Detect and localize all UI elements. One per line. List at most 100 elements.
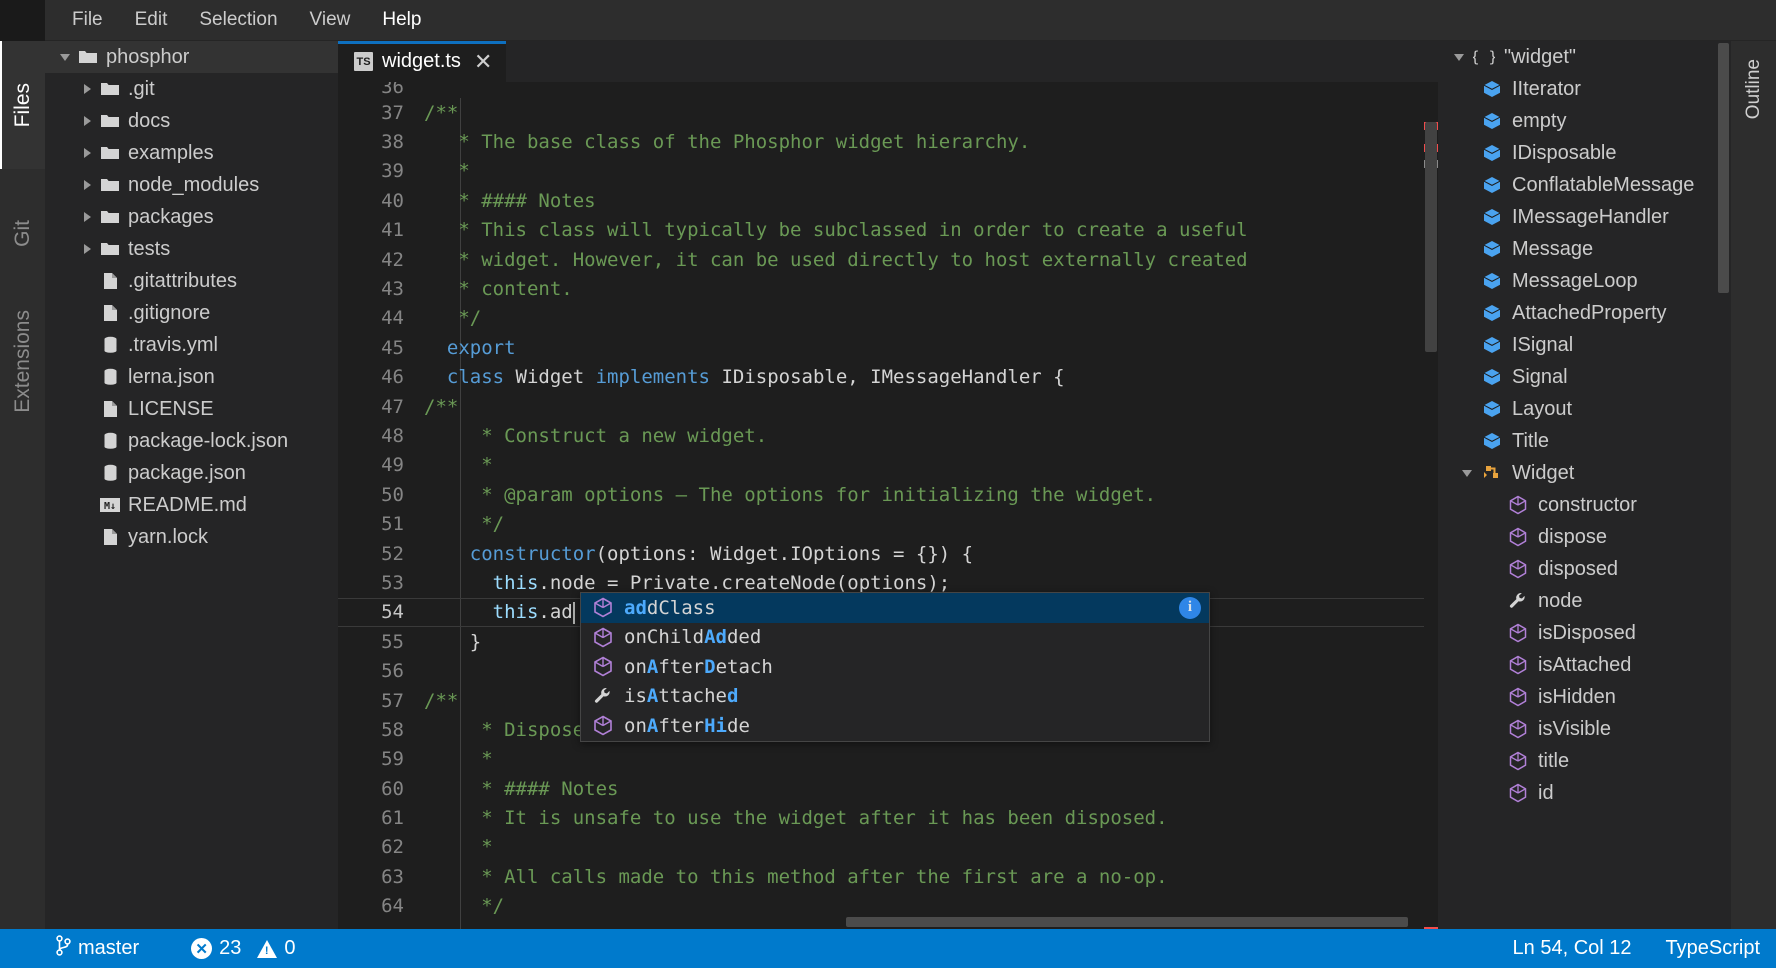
outline-vertical-scrollbar[interactable]: [1718, 43, 1729, 293]
explorer-item-label: node_modules: [128, 174, 259, 197]
chevron-right-icon[interactable]: [77, 180, 97, 190]
chevron-right-icon[interactable]: [77, 84, 97, 94]
suggest-item-match2: d: [727, 685, 738, 707]
menu-item-help[interactable]: Help: [368, 5, 435, 35]
explorer-item-node-modules[interactable]: node_modules: [45, 169, 338, 201]
outline-item-empty[interactable]: empty: [1438, 105, 1731, 137]
chevron-right-icon[interactable]: [77, 148, 97, 158]
folder-icon: [97, 241, 123, 257]
chevron-right-icon[interactable]: [77, 244, 97, 254]
code-line-37: 37 /**: [338, 98, 1438, 127]
outline-item-ishidden[interactable]: isHidden: [1438, 681, 1731, 713]
suggest-item-isattached[interactable]: isAttached: [581, 682, 1209, 712]
explorer-sidebar[interactable]: phosphor .git docs examples node: [45, 41, 338, 929]
outline-item-widget[interactable]: Widget: [1438, 457, 1731, 489]
status-right-group: Ln 54, Col 12 TypeScript: [1479, 937, 1760, 960]
outline-item-isattached[interactable]: isAttached: [1438, 649, 1731, 681]
method-cube-icon: [1504, 687, 1532, 707]
outline-item-layout[interactable]: Layout: [1438, 393, 1731, 425]
suggest-item-onchildadded[interactable]: onChildAdded: [581, 623, 1209, 653]
outline-item-title-method[interactable]: title: [1438, 745, 1731, 777]
outline-item-isvisible[interactable]: isVisible: [1438, 713, 1731, 745]
menu-item-selection[interactable]: Selection: [185, 5, 291, 35]
editor-overview-ruler[interactable]: [1424, 82, 1438, 929]
outline-item-title[interactable]: Title: [1438, 425, 1731, 457]
code-text: * #### Notes: [424, 778, 618, 800]
explorer-root-row[interactable]: phosphor: [45, 41, 338, 73]
chevron-right-icon[interactable]: [77, 212, 97, 222]
outline-item-imessagehandler[interactable]: IMessageHandler: [1438, 201, 1731, 233]
editor-vertical-scrollbar[interactable]: [1425, 122, 1437, 352]
suggest-widget[interactable]: addClass i onChildAdded onAfterDetach: [580, 592, 1210, 742]
explorer-item-examples[interactable]: examples: [45, 137, 338, 169]
outline-item-dispose[interactable]: dispose: [1438, 521, 1731, 553]
outline-item-label: isAttached: [1538, 654, 1631, 677]
activity-item-git[interactable]: Git: [0, 169, 45, 297]
outline-strip[interactable]: Outline: [1731, 41, 1776, 929]
outline-item-iiterator[interactable]: IIterator: [1438, 73, 1731, 105]
outline-item-id[interactable]: id: [1438, 777, 1731, 809]
code-text: *: [424, 748, 493, 770]
outline-item-label: isHidden: [1538, 686, 1616, 709]
outline-item-message[interactable]: Message: [1438, 233, 1731, 265]
explorer-item-package-json[interactable]: package.json: [45, 457, 338, 489]
status-problems[interactable]: ✕ 23 0: [191, 937, 295, 960]
chevron-down-icon[interactable]: [1448, 54, 1470, 61]
outline-item-messageloop[interactable]: MessageLoop: [1438, 265, 1731, 297]
outline-root-row[interactable]: { } "widget": [1438, 41, 1731, 73]
explorer-item-packages[interactable]: packages: [45, 201, 338, 233]
status-branch[interactable]: master: [56, 935, 139, 962]
outline-panel[interactable]: { } "widget" IIterator empty IDisposable…: [1438, 41, 1731, 929]
close-icon[interactable]: ✕: [474, 51, 492, 73]
explorer-item-readme-md[interactable]: M↓ README.md: [45, 489, 338, 521]
explorer-item-docs[interactable]: docs: [45, 105, 338, 137]
menu-item-file[interactable]: File: [58, 5, 117, 35]
outline-item-isignal[interactable]: ISignal: [1438, 329, 1731, 361]
chevron-right-icon[interactable]: [77, 116, 97, 126]
code-indent: [424, 601, 493, 623]
code-indent: [424, 366, 447, 388]
suggest-item-onafterhide[interactable]: onAfterHide: [581, 711, 1209, 741]
explorer-item-git[interactable]: .git: [45, 73, 338, 105]
suggest-item-onafterdetach[interactable]: onAfterDetach: [581, 652, 1209, 682]
chevron-down-icon[interactable]: [1456, 470, 1478, 477]
activity-item-extensions[interactable]: Extensions: [0, 297, 45, 425]
explorer-item-tests[interactable]: tests: [45, 233, 338, 265]
outline-item-constructor[interactable]: constructor: [1438, 489, 1731, 521]
code-identifier: .ad: [538, 601, 572, 623]
explorer-item-gitignore[interactable]: .gitignore: [45, 297, 338, 329]
line-number: 42: [338, 249, 424, 271]
menu-item-view[interactable]: View: [296, 5, 365, 35]
status-language-mode[interactable]: TypeScript: [1666, 937, 1760, 960]
info-icon[interactable]: i: [1179, 597, 1201, 619]
code-keyword: constructor: [470, 543, 596, 565]
editor-horizontal-scrollbar[interactable]: [846, 917, 1408, 927]
outline-item-idisposable[interactable]: IDisposable: [1438, 137, 1731, 169]
status-cursor-position[interactable]: Ln 54, Col 12: [1513, 937, 1632, 960]
outline-item-attachedproperty[interactable]: AttachedProperty: [1438, 297, 1731, 329]
explorer-item-license[interactable]: LICENSE: [45, 393, 338, 425]
outline-item-node[interactable]: node: [1438, 585, 1731, 617]
suggest-item-addclass[interactable]: addClass i: [581, 593, 1209, 623]
code-editor[interactable]: 36 37 /** 38 * The base class of the Pho…: [338, 82, 1438, 929]
tab-widget-ts[interactable]: TS widget.ts ✕: [338, 41, 507, 82]
method-cube-icon: [1504, 559, 1532, 579]
explorer-item-yarn-lock[interactable]: yarn.lock: [45, 521, 338, 553]
wrench-property-icon: [1504, 591, 1532, 611]
explorer-item-package-lock-json[interactable]: package-lock.json: [45, 425, 338, 457]
suggest-item-match: Ad: [704, 626, 727, 648]
outline-item-label: isDisposed: [1538, 622, 1636, 645]
explorer-item-travis-yml[interactable]: .travis.yml: [45, 329, 338, 361]
explorer-item-lerna-json[interactable]: lerna.json: [45, 361, 338, 393]
chevron-down-icon[interactable]: [55, 54, 75, 61]
outline-item-signal[interactable]: Signal: [1438, 361, 1731, 393]
outline-item-conflatablemessage[interactable]: ConflatableMessage: [1438, 169, 1731, 201]
activity-item-files[interactable]: Files: [0, 41, 45, 169]
outline-item-disposed[interactable]: disposed: [1438, 553, 1731, 585]
outline-item-isdisposed[interactable]: isDisposed: [1438, 617, 1731, 649]
activity-item-files-label: Files: [11, 83, 35, 127]
explorer-item-gitattributes[interactable]: .gitattributes: [45, 265, 338, 297]
menu-item-edit[interactable]: Edit: [121, 5, 182, 35]
line-number: 64: [338, 895, 424, 917]
line-number: 59: [338, 748, 424, 770]
